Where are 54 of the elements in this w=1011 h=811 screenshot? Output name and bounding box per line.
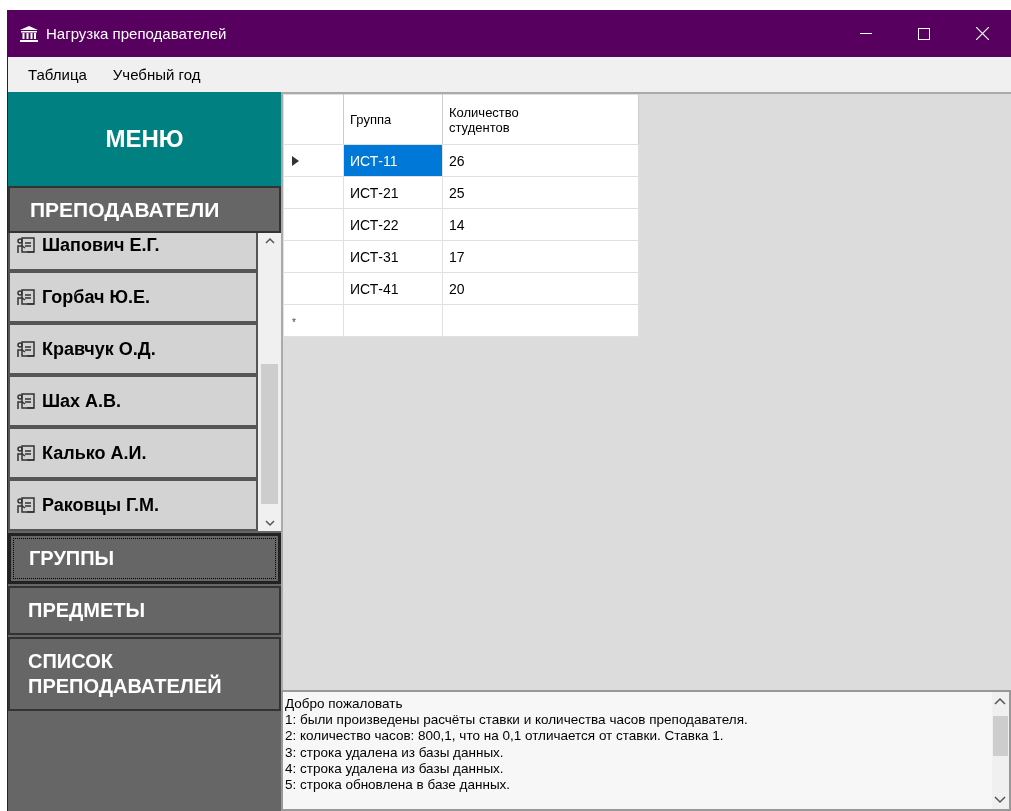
nav-button[interactable]: ПРЕДМЕТЫ <box>8 586 281 635</box>
window-title: Нагрузка преподавателей <box>46 25 228 42</box>
table-cell[interactable]: ИСТ-11 <box>343 144 443 177</box>
table-cell[interactable]: ИСТ-21 <box>343 176 443 209</box>
teacher-name: Горбач Ю.Е. <box>42 286 150 308</box>
board-icon <box>16 391 36 411</box>
teacher-name: Шапович Е.Г. <box>42 234 160 256</box>
teacher-item[interactable]: Кравчук О.Д. <box>8 323 258 375</box>
teacher-name: Калько А.И. <box>42 442 147 464</box>
scrollbar[interactable] <box>992 692 1009 809</box>
teacher-item[interactable]: Раковцы Г.М. <box>8 479 258 531</box>
menu-item[interactable]: Учебный год <box>108 64 205 85</box>
teacher-name: Раковцы Г.М. <box>42 494 159 516</box>
column-header[interactable]: Группа <box>343 94 443 145</box>
board-icon <box>16 339 36 359</box>
table-cell[interactable]: ИСТ-22 <box>343 208 443 241</box>
teacher-name: Кравчук О.Д. <box>42 338 156 360</box>
menu-item[interactable]: Таблица <box>24 64 91 85</box>
table-cell[interactable]: 26 <box>442 144 639 177</box>
board-icon <box>16 235 36 255</box>
teacher-item[interactable]: Шапович Е.Г. <box>8 233 258 271</box>
log-line: 5: строка обновлена в базе данных. <box>285 777 512 794</box>
teacher-name: Шах А.В. <box>42 390 122 412</box>
minimize-icon[interactable] <box>860 32 872 35</box>
table-cell[interactable]: 25 <box>442 176 639 209</box>
board-icon <box>16 495 36 515</box>
table-cell[interactable]: ИСТ-31 <box>343 240 443 273</box>
teacher-item[interactable]: Калько А.И. <box>8 427 258 479</box>
maximize-icon[interactable] <box>918 27 930 40</box>
teacher-item[interactable]: Горбач Ю.Е. <box>8 271 258 323</box>
nav-button[interactable]: СПИСОК ПРЕПОДАВАТЕЛЕЙ <box>8 637 281 711</box>
scrollbar[interactable] <box>258 233 281 531</box>
new-row-marker: * <box>292 316 296 328</box>
log-line: 1: были произведены расчёты ставки и количества часов преподавателя. <box>285 712 749 729</box>
column-header[interactable]: Количество студентов <box>442 94 639 145</box>
log-line: Добро пожаловать <box>285 696 404 713</box>
table-cell[interactable]: 17 <box>442 240 639 273</box>
table-cell[interactable]: 20 <box>442 272 639 305</box>
log-line: 3: строка удалена из базы данных. <box>285 744 505 761</box>
table-cell[interactable]: 14 <box>442 208 639 241</box>
table-cell[interactable]: ИСТ-41 <box>343 272 443 305</box>
nav-button[interactable]: ГРУППЫ <box>8 533 281 584</box>
current-row-icon <box>292 155 299 166</box>
scroll-up-icon[interactable] <box>994 696 1006 706</box>
teacher-item[interactable]: Шах А.В. <box>8 375 258 427</box>
board-icon <box>16 443 36 463</box>
teachers-button[interactable]: ПРЕПОДАВАТЕЛИ <box>8 186 281 233</box>
scroll-down-icon[interactable] <box>994 795 1006 805</box>
building-icon <box>20 25 38 42</box>
log-line: 4: строка удалена из базы данных. <box>285 760 505 777</box>
menu-header: МЕНЮ <box>8 92 281 186</box>
board-icon <box>16 287 36 307</box>
close-icon[interactable] <box>975 27 989 40</box>
log-line: 2: количество часов: 800,1, что на 0,1 отличается от ставки. Ставка 1. <box>285 728 725 745</box>
